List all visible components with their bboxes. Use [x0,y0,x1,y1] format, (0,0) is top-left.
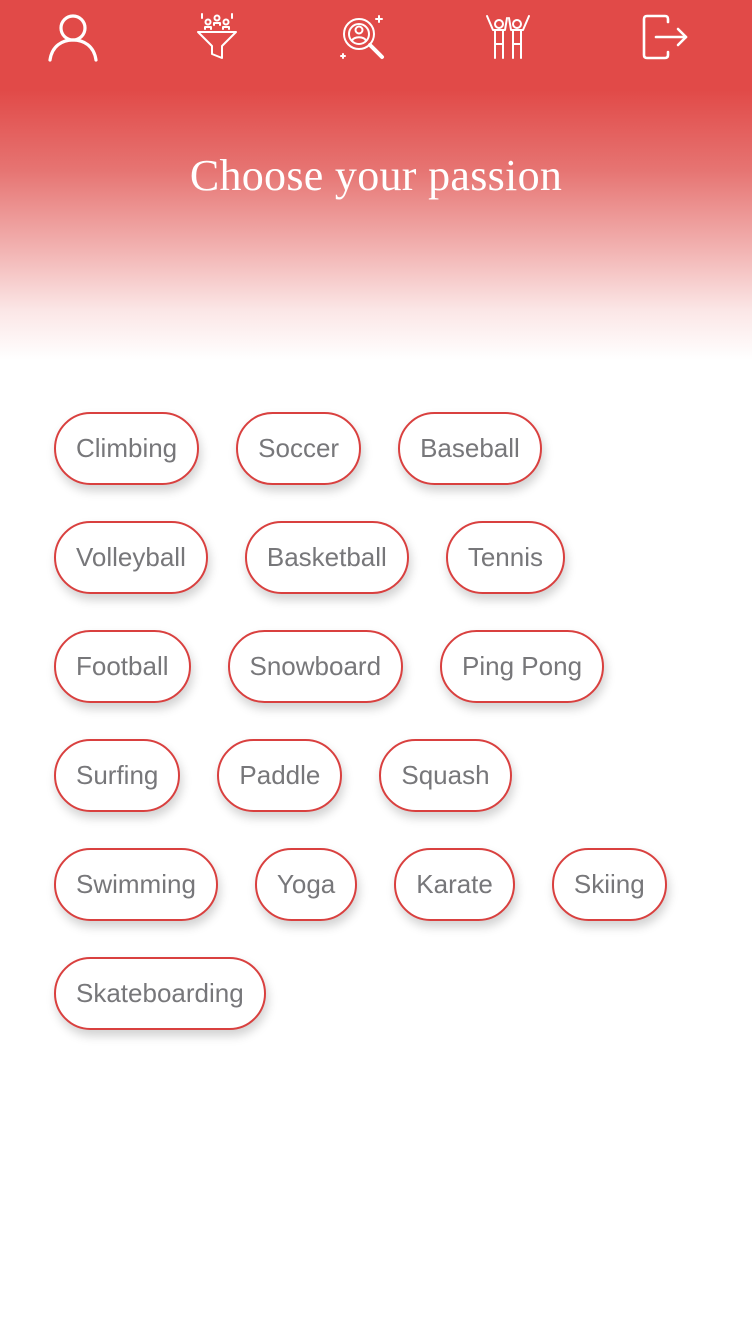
top-nav-bar [0,0,752,80]
passion-chip[interactable]: Paddle [217,739,343,812]
passion-chip-list: Climbing Soccer Baseball Volleyball Basketba… [54,412,714,1066]
chip-row: Volleyball Basketball Tennis [54,521,714,594]
passion-chip[interactable]: Yoga [254,848,358,921]
search-person-icon [340,15,384,59]
filter-icon [197,13,237,59]
chip-row: Skateboarding [54,957,714,1030]
page-title: Choose your passion [189,151,563,200]
passion-chip[interactable]: Baseball [398,412,542,485]
chip-row: Swimming Yoga Karate Skiing [54,848,714,921]
passion-chip[interactable]: Tennis [445,521,565,594]
passion-chip[interactable]: Basketball [244,521,409,594]
passion-chip[interactable]: Football [54,630,191,703]
passion-chip[interactable]: Surfing [54,739,181,812]
logout-icon [642,14,688,60]
passion-chip[interactable]: Squash [379,739,512,812]
passion-chip[interactable]: Climbing [54,412,200,485]
passion-chip[interactable]: Swimming [54,848,218,921]
friends-celebrate-icon [486,15,530,59]
profile-button[interactable] [46,10,100,64]
passion-screen: Choose your passion Climbing Soccer Baseba… [0,0,752,1326]
passion-chip[interactable]: Ping Pong [440,630,605,703]
chip-row: Football Snowboard Ping Pong [54,630,714,703]
search-people-button[interactable] [335,10,389,64]
chip-row: Climbing Soccer Baseball [54,412,714,485]
passion-chip[interactable]: Skateboarding [54,957,266,1030]
user-icon [48,14,98,62]
chip-row: Surfing Paddle Squash [54,739,714,812]
passion-chip[interactable]: Volleyball [54,521,208,594]
header-gradient: Choose your passion [0,0,752,360]
filter-button[interactable] [190,10,244,64]
passion-chip[interactable]: Snowboard [227,630,404,703]
friends-button[interactable] [481,10,535,64]
passion-chip[interactable]: Soccer [236,412,362,485]
logout-button[interactable] [638,10,692,64]
passion-chip[interactable]: Karate [394,848,515,921]
passion-chip[interactable]: Skiing [551,848,667,921]
